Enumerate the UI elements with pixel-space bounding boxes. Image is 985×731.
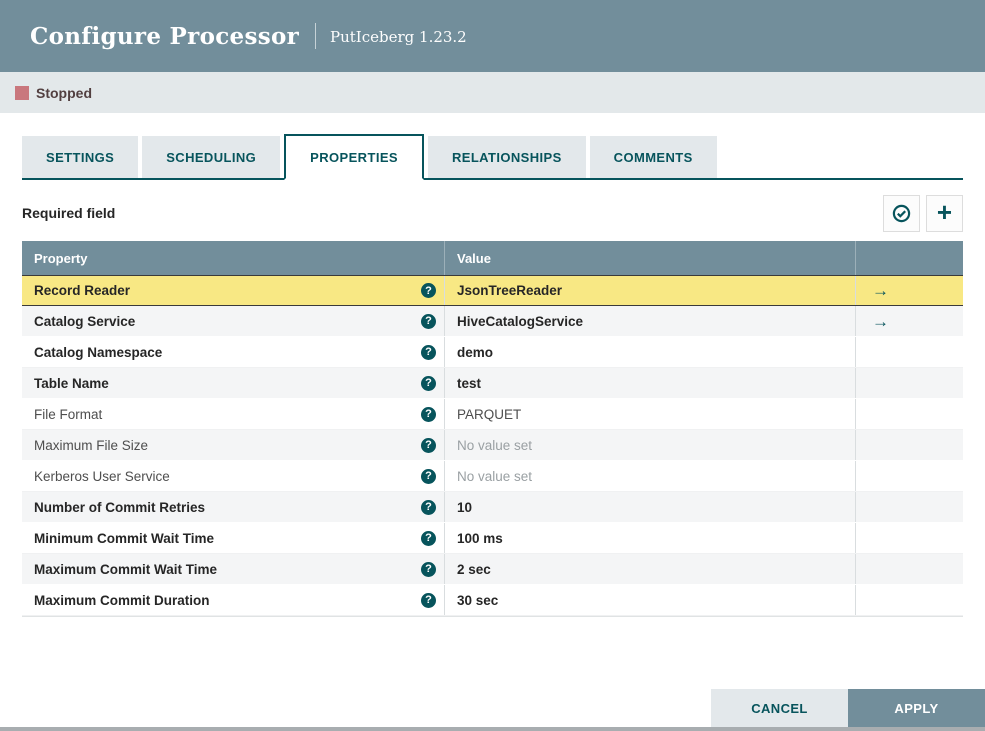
go-to-service-arrow-icon[interactable]: → — [872, 282, 889, 299]
help-icon[interactable]: ? — [421, 561, 436, 577]
add-property-button[interactable]: + — [926, 194, 963, 232]
check-circle-icon — [892, 204, 911, 223]
table-row[interactable]: Minimum Commit Wait Time? 100 ms — [22, 523, 963, 554]
help-icon[interactable]: ? — [421, 468, 436, 484]
table-header-row: Property Value — [22, 241, 963, 275]
tab-relationships[interactable]: RELATIONSHIPS — [427, 136, 586, 178]
table-row[interactable]: Number of Commit Retries? 10 — [22, 492, 963, 523]
processor-type-version: PutIceberg 1.23.2 — [330, 28, 467, 46]
property-name: Maximum File Size — [34, 437, 149, 453]
property-name: Minimum Commit Wait Time — [34, 530, 215, 546]
help-icon[interactable]: ? — [421, 530, 436, 546]
status-label: Stopped — [36, 84, 92, 101]
property-name: Kerberos User Service — [34, 468, 170, 484]
table-row[interactable]: Maximum File Size? No value set — [22, 430, 963, 461]
help-icon[interactable]: ? — [421, 406, 436, 422]
table-row[interactable]: Maximum Commit Duration? 30 sec — [22, 585, 963, 616]
table-row[interactable]: Catalog Service? HiveCatalogService → — [22, 306, 963, 337]
property-value[interactable]: No value set — [457, 438, 532, 453]
property-value[interactable]: No value set — [457, 469, 532, 484]
status-bar: Stopped — [0, 72, 985, 113]
property-value[interactable]: 2 sec — [457, 562, 491, 577]
properties-table-body: Record Reader? JsonTreeReader → Catalog Ser… — [22, 275, 963, 616]
column-header-actions — [855, 241, 963, 275]
bottom-edge-strip — [0, 727, 985, 731]
dialog-footer: CANCEL APPLY — [711, 689, 985, 727]
dialog-title: Configure Processor — [30, 22, 300, 50]
tab-settings[interactable]: SETTINGS — [22, 136, 139, 178]
help-icon[interactable]: ? — [421, 375, 436, 391]
property-name: File Format — [34, 406, 103, 422]
verify-properties-button[interactable] — [883, 194, 920, 232]
required-field-label: Required field — [22, 205, 116, 221]
property-value[interactable]: 30 sec — [457, 593, 498, 608]
tab-scheduling[interactable]: SCHEDULING — [142, 136, 281, 178]
table-row[interactable]: Maximum Commit Wait Time? 2 sec — [22, 554, 963, 585]
property-name: Record Reader — [34, 283, 131, 298]
property-name: Maximum Commit Duration — [34, 592, 210, 608]
plus-icon: + — [936, 197, 953, 227]
table-row[interactable]: Record Reader? JsonTreeReader → — [22, 275, 963, 306]
property-name: Catalog Namespace — [34, 344, 163, 360]
stopped-status-icon — [15, 85, 29, 100]
property-value[interactable]: demo — [457, 345, 493, 360]
help-icon[interactable]: ? — [421, 592, 436, 608]
cancel-button[interactable]: CANCEL — [711, 689, 848, 727]
dialog-header: Configure Processor PutIceberg 1.23.2 — [0, 0, 985, 72]
properties-table: Property Value Record Reader? JsonTreeRea… — [22, 241, 963, 617]
go-to-service-arrow-icon[interactable]: → — [872, 313, 889, 330]
help-icon[interactable]: ? — [421, 283, 436, 298]
property-value[interactable]: PARQUET — [457, 407, 521, 422]
property-name: Catalog Service — [34, 313, 136, 329]
tab-bar: SETTINGS SCHEDULING PROPERTIES RELATIONSHIP… — [22, 134, 963, 180]
help-icon[interactable]: ? — [421, 499, 436, 515]
property-name: Table Name — [34, 375, 109, 391]
column-header-property: Property — [34, 250, 88, 266]
property-value[interactable]: test — [457, 376, 481, 391]
table-row[interactable]: Kerberos User Service? No value set — [22, 461, 963, 492]
header-divider — [315, 23, 317, 49]
tab-properties[interactable]: PROPERTIES — [284, 134, 424, 180]
property-value[interactable]: HiveCatalogService — [457, 314, 583, 329]
property-name: Number of Commit Retries — [34, 499, 206, 515]
property-value[interactable]: 100 ms — [457, 531, 503, 546]
apply-button[interactable]: APPLY — [848, 689, 985, 727]
table-row[interactable]: Catalog Namespace? demo — [22, 337, 963, 368]
table-row[interactable]: Table Name? test — [22, 368, 963, 399]
property-value[interactable]: 10 — [457, 500, 472, 515]
property-value[interactable]: JsonTreeReader — [457, 283, 562, 298]
properties-toolbar: Required field + — [22, 194, 963, 232]
table-row[interactable]: File Format? PARQUET — [22, 399, 963, 430]
help-icon[interactable]: ? — [421, 344, 436, 360]
help-icon[interactable]: ? — [421, 437, 436, 453]
column-header-value: Value — [444, 241, 855, 275]
tab-comments[interactable]: COMMENTS — [589, 136, 717, 178]
property-name: Maximum Commit Wait Time — [34, 561, 218, 577]
help-icon[interactable]: ? — [421, 313, 436, 329]
